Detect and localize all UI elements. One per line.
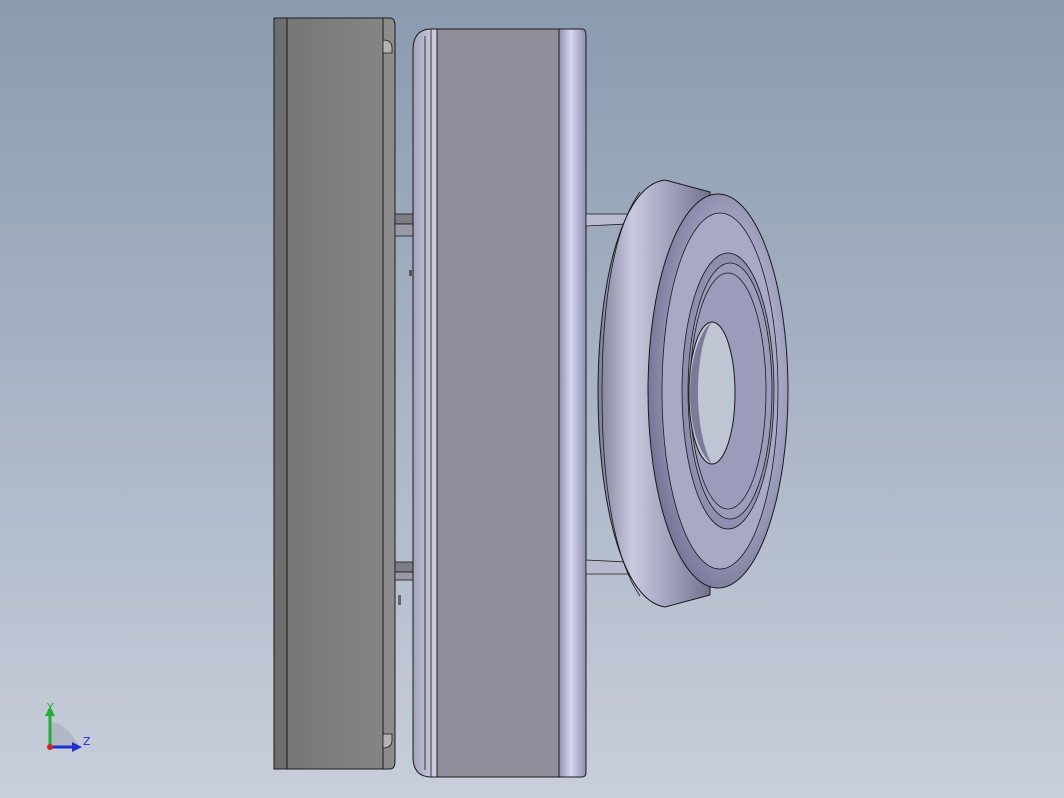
guide-pin-small-mark-2 xyxy=(398,595,401,605)
center-block[interactable] xyxy=(436,28,560,778)
cad-viewport[interactable]: Y Z xyxy=(0,0,1064,798)
flange-body xyxy=(558,28,587,778)
center-block-face xyxy=(436,28,560,778)
triad-y-label: Y xyxy=(46,701,54,714)
guide-pin-upper xyxy=(394,213,414,225)
triad-z-label: Z xyxy=(83,735,91,748)
bearing-assembly[interactable] xyxy=(597,179,789,608)
guide-pin-small-mark xyxy=(409,270,412,276)
guide-pin-upper-shaft xyxy=(394,223,414,237)
guide-pin-lower-shaft xyxy=(394,571,414,581)
model-view[interactable]: Y Z xyxy=(0,0,1064,798)
guide-pin-lower xyxy=(394,561,414,573)
flange[interactable] xyxy=(558,28,587,778)
triad-x-axis-dot xyxy=(47,744,53,750)
left-plate[interactable] xyxy=(273,17,396,770)
left-plate-outer-strip xyxy=(273,17,288,770)
left-plate-lip xyxy=(382,17,396,770)
thin-plate[interactable] xyxy=(412,28,438,778)
left-plate-face xyxy=(286,17,384,770)
